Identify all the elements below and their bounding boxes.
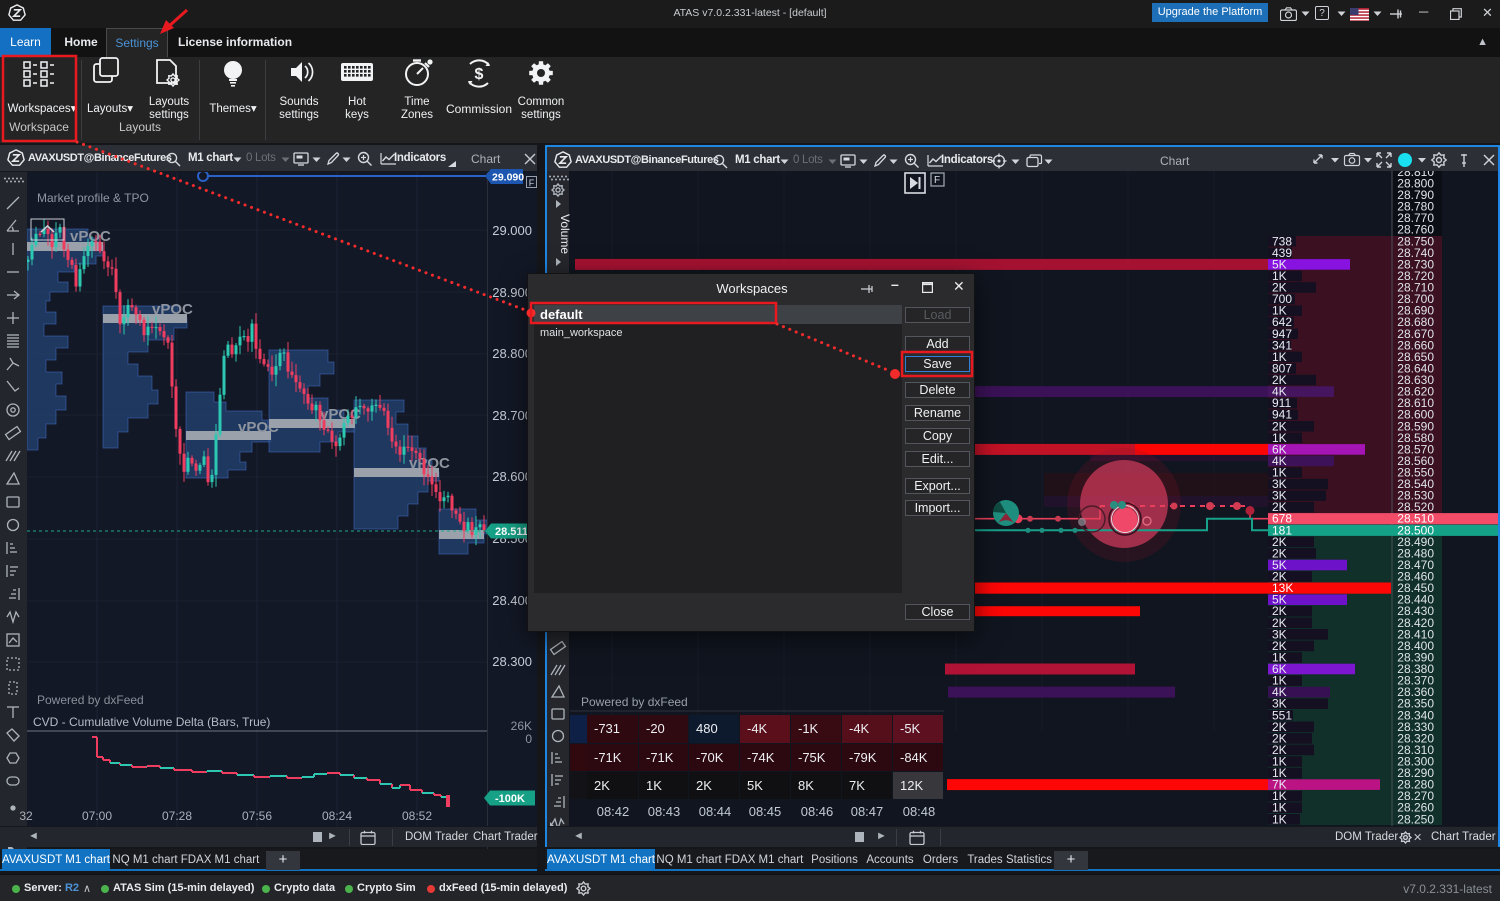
svg-text:1K: 1K [646, 778, 662, 793]
svg-text:vPOC: vPOC [409, 455, 450, 472]
svg-text:29.090: 29.090 [492, 172, 524, 184]
svg-text:2K: 2K [594, 778, 610, 793]
svg-text:12K: 12K [900, 778, 923, 793]
svg-text:1K: 1K [1272, 812, 1287, 826]
svg-text:-70K: -70K [696, 750, 724, 765]
svg-text:08:46: 08:46 [801, 804, 834, 819]
svg-text:28.511: 28.511 [495, 526, 528, 538]
svg-text:Volume: Volume [558, 214, 572, 254]
svg-text:Powered by dxFeed: Powered by dxFeed [37, 693, 144, 707]
svg-text:-75K: -75K [798, 750, 826, 765]
svg-text:08:47: 08:47 [851, 804, 884, 819]
svg-text:$: $ [475, 66, 484, 83]
svg-text:08:42: 08:42 [597, 804, 630, 819]
svg-text:-71K: -71K [646, 750, 674, 765]
svg-text:08:43: 08:43 [648, 804, 681, 819]
svg-text:-731: -731 [594, 721, 620, 736]
svg-text:-5K: -5K [900, 721, 921, 736]
svg-text:-71K: -71K [594, 750, 622, 765]
svg-text:-100K: -100K [495, 793, 525, 805]
svg-text:8K: 8K [798, 778, 814, 793]
svg-text:Market profile & TPO: Market profile & TPO [37, 191, 149, 205]
svg-text:480: 480 [696, 721, 718, 736]
svg-text:-79K: -79K [849, 750, 877, 765]
svg-text:5K: 5K [747, 778, 763, 793]
svg-text:2K: 2K [696, 778, 712, 793]
svg-text:08:44: 08:44 [699, 804, 732, 819]
svg-text:-20: -20 [646, 721, 665, 736]
svg-text:F: F [934, 175, 940, 186]
svg-text:-4K: -4K [849, 721, 870, 736]
svg-text:CVD - Cumulative Volume Delta: CVD - Cumulative Volume Delta (Bars, Tru… [33, 715, 270, 729]
svg-text:Powered by dxFeed: Powered by dxFeed [581, 695, 688, 709]
svg-text:vPOC: vPOC [152, 301, 193, 318]
svg-text:7K: 7K [849, 778, 865, 793]
svg-text:28.250: 28.250 [1397, 812, 1434, 826]
svg-text:08:48: 08:48 [903, 804, 936, 819]
svg-text:-74K: -74K [747, 750, 775, 765]
svg-text:-1K: -1K [798, 721, 819, 736]
svg-text:-4K: -4K [747, 721, 768, 736]
svg-text:-84K: -84K [900, 750, 928, 765]
svg-text:08:45: 08:45 [749, 804, 782, 819]
